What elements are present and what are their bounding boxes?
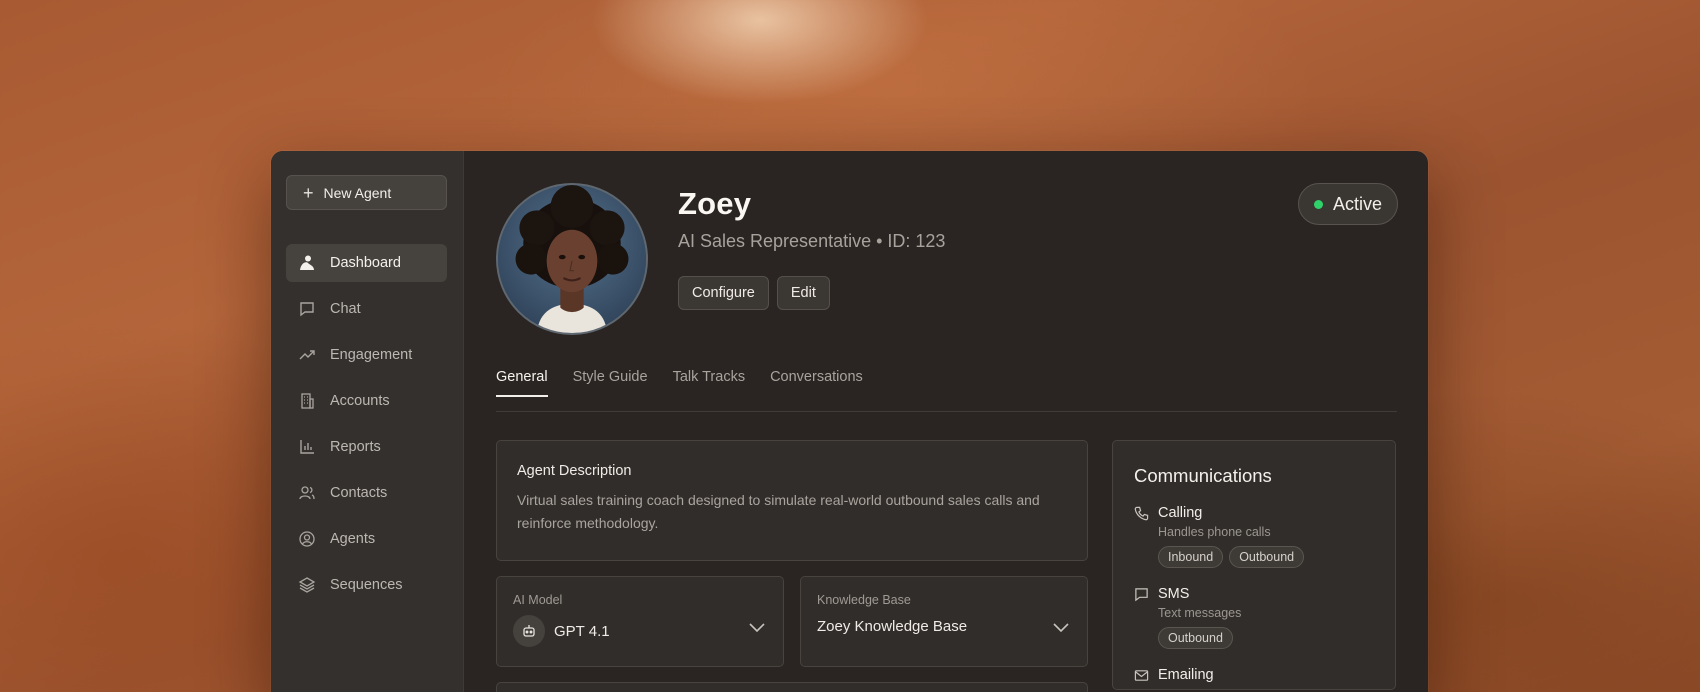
edit-button[interactable]: Edit	[776, 276, 830, 310]
layers-icon	[298, 577, 316, 593]
avatar	[496, 183, 648, 335]
channel-desc: Handles phone calls	[1158, 525, 1271, 539]
sidebar-item-label: Sequences	[330, 577, 403, 593]
inbound-chip[interactable]: Inbound	[1158, 546, 1224, 568]
sidebar-nav: Dashboard Chat Engagement Accounts Repor…	[286, 244, 447, 604]
mail-icon	[1134, 670, 1149, 681]
agent-profile-header: Zoey AI Sales Representative • ID: 123 C…	[496, 183, 1397, 335]
knowledge-base-select[interactable]: Knowledge Base Zoey Knowledge Base	[800, 576, 1088, 667]
user-circle-icon	[299, 531, 315, 547]
chat-icon	[300, 302, 314, 317]
sidebar-item-label: Contacts	[330, 485, 388, 501]
new-agent-label: New Agent	[323, 184, 392, 201]
sidebar-item-engagement[interactable]: Engagement	[286, 336, 447, 374]
tab-talk-tracks[interactable]: Talk Tracks	[673, 367, 746, 411]
channel-name: Calling	[1158, 505, 1203, 521]
tab-style-guide[interactable]: Style Guide	[573, 367, 648, 411]
agent-actions: Configure Edit	[678, 276, 945, 310]
next-card	[496, 682, 1088, 692]
app-window: + New Agent Dashboard Chat Engagement Ac…	[271, 151, 1428, 692]
sidebar-item-label: Accounts	[330, 393, 390, 409]
agent-description-card: Agent Description Virtual sales training…	[496, 440, 1088, 561]
dashboard-icon	[300, 255, 314, 270]
configure-button[interactable]: Configure	[678, 276, 769, 310]
sidebar-item-agents[interactable]: Agents	[286, 520, 447, 558]
sidebar-item-label: Dashboard	[330, 255, 401, 271]
tab-bar: General Style Guide Talk Tracks Conversa…	[496, 367, 1397, 412]
channel-chips: Inbound Outbound	[1158, 546, 1305, 568]
outbound-chip[interactable]: Outbound	[1229, 546, 1305, 568]
channel-name: Emailing	[1158, 667, 1214, 683]
channel-calling: Calling Handles phone calls Inbound Outb…	[1134, 505, 1375, 568]
ai-model-label: AI Model	[513, 593, 563, 607]
sidebar-item-sequences[interactable]: Sequences	[286, 566, 447, 604]
sidebar-item-accounts[interactable]: Accounts	[286, 382, 447, 420]
agent-name: Zoey	[678, 186, 752, 221]
description-title: Agent Description	[517, 463, 632, 479]
new-agent-button[interactable]: + New Agent	[286, 175, 447, 210]
ai-model-select[interactable]: AI Model GPT 4.1	[496, 576, 784, 667]
building-icon	[301, 393, 314, 409]
trending-up-icon	[299, 350, 315, 360]
sidebar-item-label: Engagement	[330, 347, 413, 363]
agent-subtitle: AI Sales Representative • ID: 123	[678, 231, 946, 251]
sidebar-item-label: Agents	[330, 531, 376, 547]
channel-emailing: Emailing	[1134, 667, 1375, 683]
robot-icon	[513, 615, 545, 647]
plus-icon: +	[303, 182, 314, 203]
channel-desc: Text messages	[1158, 606, 1242, 620]
left-column: Agent Description Virtual sales training…	[496, 440, 1088, 692]
tab-general[interactable]: General	[496, 367, 548, 411]
knowledge-base-value-row: Zoey Knowledge Base	[817, 618, 1070, 635]
channel-chips: Outbound	[1158, 627, 1241, 649]
channel-name: SMS	[1158, 586, 1190, 602]
knowledge-base-value: Zoey Knowledge Base	[817, 618, 968, 635]
knowledge-base-label: Knowledge Base	[817, 593, 911, 607]
general-tab-content: Agent Description Virtual sales training…	[496, 440, 1397, 692]
sidebar-item-reports[interactable]: Reports	[286, 428, 447, 466]
main-content: Zoey AI Sales Representative • ID: 123 C…	[464, 151, 1428, 692]
phone-icon	[1134, 506, 1149, 521]
description-text: Virtual sales training coach designed to…	[517, 492, 1040, 531]
communications-title: Communications	[1134, 465, 1272, 486]
right-column: Communications Calling Handles phone cal…	[1112, 440, 1396, 692]
sidebar: + New Agent Dashboard Chat Engagement Ac…	[271, 151, 464, 692]
chevron-down-icon	[1053, 623, 1069, 633]
bar-chart-icon	[300, 440, 314, 454]
sidebar-item-dashboard[interactable]: Dashboard	[286, 244, 447, 282]
sidebar-item-chat[interactable]: Chat	[286, 290, 447, 328]
sidebar-item-label: Chat	[330, 301, 361, 317]
chevron-down-icon	[749, 623, 765, 633]
outbound-chip[interactable]: Outbound	[1158, 627, 1233, 649]
communications-card: Communications Calling Handles phone cal…	[1112, 440, 1396, 690]
ai-model-value: GPT 4.1	[554, 622, 610, 640]
agent-identity: Zoey AI Sales Representative • ID: 123 C…	[678, 183, 945, 310]
status-label: Active	[1332, 193, 1382, 214]
sidebar-item-label: Reports	[330, 439, 381, 455]
status-dot-icon	[1313, 199, 1323, 209]
users-icon	[299, 486, 315, 500]
model-selectors: AI Model GPT 4.1 Knowledge Base Zoey Kno…	[496, 576, 1088, 667]
status-badge[interactable]: Active	[1297, 183, 1398, 225]
tab-conversations[interactable]: Conversations	[770, 367, 863, 411]
sidebar-item-contacts[interactable]: Contacts	[286, 474, 447, 512]
ai-model-value-row: GPT 4.1	[513, 615, 766, 647]
avatar-portrait	[498, 185, 646, 333]
channel-sms: SMS Text messages Outbound	[1134, 586, 1375, 649]
message-icon	[1135, 588, 1148, 602]
